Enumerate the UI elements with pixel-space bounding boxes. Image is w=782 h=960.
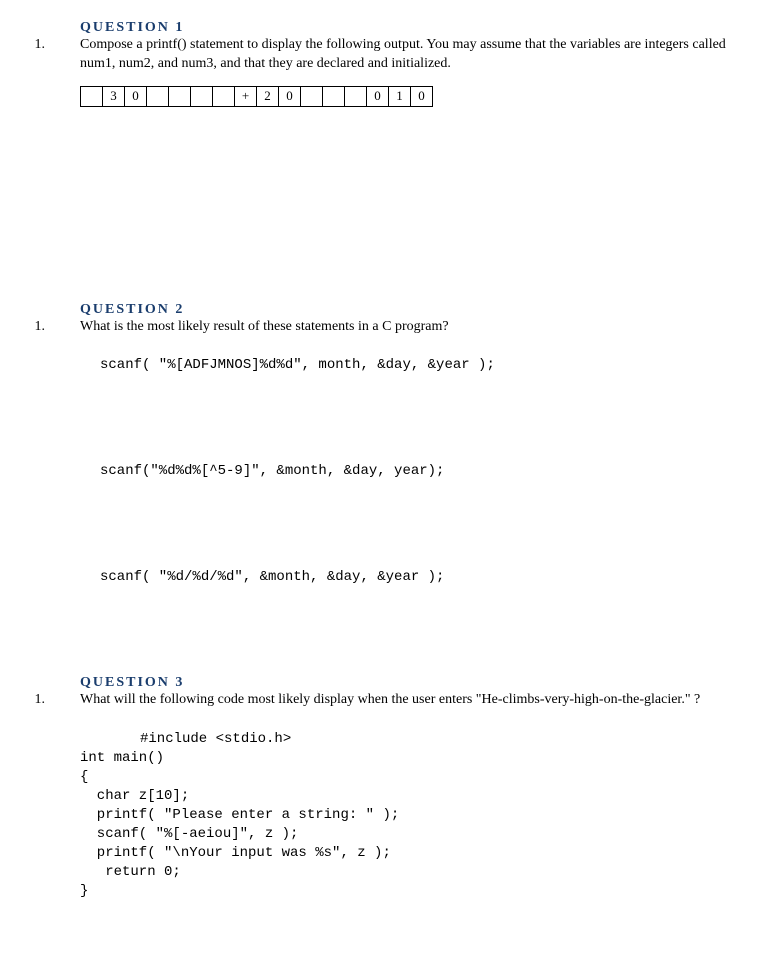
cell: 3 xyxy=(103,86,125,106)
question-1-cell-table: 3 0 + 2 0 0 1 0 xyxy=(80,86,433,107)
code-line: } xyxy=(80,883,88,899)
code-line: return 0; xyxy=(80,864,181,880)
cell xyxy=(345,86,367,106)
cell: 0 xyxy=(125,86,147,106)
code-line: printf( "Please enter a string: " ); xyxy=(80,807,399,823)
question-2-code-2: scanf("%d%d%[^5-9]", &month, &day, year)… xyxy=(100,463,752,479)
code-line: char z[10]; xyxy=(80,788,189,804)
cell: + xyxy=(235,86,257,106)
question-2-number: 1. xyxy=(30,319,55,335)
question-1-prompt-row: 1. Compose a printf() statement to displ… xyxy=(30,36,752,74)
question-2-code-1: scanf( "%[ADFJMNOS]%d%d", month, &day, &… xyxy=(100,357,752,373)
question-2-prompt: What is the most likely result of these … xyxy=(55,318,449,337)
question-3-number: 1. xyxy=(30,692,55,708)
question-1-prompt: Compose a printf() statement to display … xyxy=(55,36,752,74)
cell xyxy=(301,86,323,106)
code-line: printf( "\nYour input was %s", z ); xyxy=(80,845,391,861)
cell xyxy=(323,86,345,106)
code-line: #include <stdio.h> xyxy=(80,731,291,747)
question-2-title: QUESTION 2 xyxy=(80,302,184,317)
cell: 1 xyxy=(389,86,411,106)
question-2-prompt-row: 1. What is the most likely result of the… xyxy=(30,318,752,337)
code-line: int main() xyxy=(80,750,164,766)
cell: 0 xyxy=(411,86,433,106)
question-3-code: #include <stdio.h> int main() { char z[1… xyxy=(80,712,752,901)
question-2: QUESTION 2 1. What is the most likely re… xyxy=(30,147,752,585)
cell: 0 xyxy=(279,86,301,106)
question-3: QUESTION 3 1. What will the following co… xyxy=(30,625,752,901)
question-1-number: 1. xyxy=(30,37,55,53)
question-1-title: QUESTION 1 xyxy=(80,20,184,35)
code-line: { xyxy=(80,769,88,785)
code-line: scanf( "%[-aeiou]", z ); xyxy=(80,826,298,842)
cell xyxy=(191,86,213,106)
question-3-prompt: What will the following code most likely… xyxy=(55,691,700,710)
cell xyxy=(81,86,103,106)
cell xyxy=(147,86,169,106)
question-3-title: QUESTION 3 xyxy=(80,675,184,690)
cell xyxy=(213,86,235,106)
question-1: QUESTION 1 1. Compose a printf() stateme… xyxy=(30,20,752,107)
cell: 0 xyxy=(367,86,389,106)
cell xyxy=(169,86,191,106)
question-2-code-3: scanf( "%d/%d/%d", &month, &day, &year )… xyxy=(100,569,752,585)
question-3-prompt-row: 1. What will the following code most lik… xyxy=(30,691,752,710)
cell: 2 xyxy=(257,86,279,106)
